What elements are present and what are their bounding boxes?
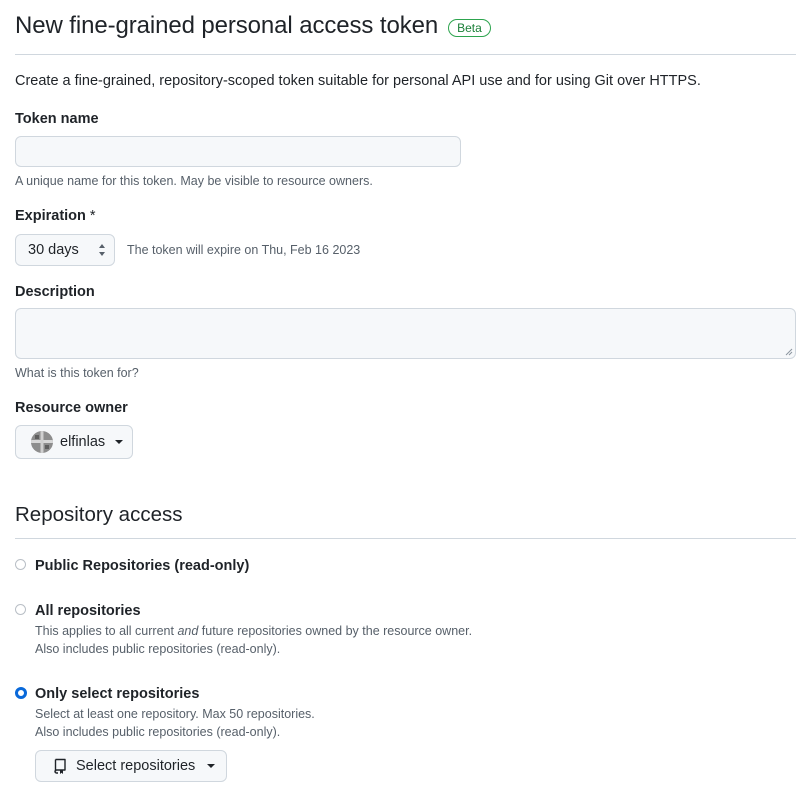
radio-label-only-select-repositories[interactable]: Only select repositories xyxy=(35,686,199,702)
avatar xyxy=(31,431,53,453)
repository-access-title: Repository access xyxy=(15,503,183,526)
resource-owner-button[interactable]: elfinlas xyxy=(15,425,133,459)
select-arrows-icon xyxy=(99,244,105,256)
expiration-note: The token will expire on Thu, Feb 16 202… xyxy=(127,243,361,257)
select-repositories-label: Select repositories xyxy=(76,758,196,774)
expiration-selected-value: 30 days xyxy=(28,242,79,258)
resize-grip-icon[interactable] xyxy=(785,348,793,356)
title-row: New fine-grained personal access token B… xyxy=(15,12,491,40)
page-title: New fine-grained personal access token xyxy=(15,12,439,39)
select-repositories-button[interactable]: Select repositories xyxy=(35,750,227,782)
all-repositories-note-emphasis: and xyxy=(177,624,199,638)
all-repositories-note-end: future repositories owned by the resourc… xyxy=(198,624,473,638)
repo-icon xyxy=(54,758,66,774)
required-marker: * xyxy=(89,208,96,224)
beta-badge: Beta xyxy=(448,18,491,37)
description-textarea[interactable] xyxy=(15,308,796,359)
radio-only-select-repositories[interactable] xyxy=(15,687,27,699)
radio-label-all-repositories[interactable]: All repositories xyxy=(35,603,141,619)
chevron-down-icon xyxy=(207,764,216,768)
avatar-image xyxy=(31,431,53,453)
radio-all-repositories[interactable] xyxy=(15,604,26,615)
token-name-note: A unique name for this token. May be vis… xyxy=(15,174,373,188)
all-repositories-note-start: This applies to all current xyxy=(35,624,178,638)
token-name-input[interactable] xyxy=(15,136,461,167)
only-select-note-public: Also includes public repositories (read-… xyxy=(35,725,281,739)
chevron-down-icon xyxy=(115,440,124,444)
expiration-select[interactable]: 30 days xyxy=(15,234,115,266)
radio-public-repositories[interactable] xyxy=(15,559,26,570)
section-divider xyxy=(15,538,796,539)
token-name-label: Token name xyxy=(15,111,99,127)
radio-label-public-repositories[interactable]: Public Repositories (read-only) xyxy=(35,558,249,574)
resource-owner-label: Resource owner xyxy=(15,400,128,416)
description-label: Description xyxy=(15,284,95,300)
expiration-label: Expiration * xyxy=(15,208,96,224)
title-divider xyxy=(15,54,796,55)
all-repositories-note-public: Also includes public repositories (read-… xyxy=(35,642,281,656)
intro-text: Create a fine-grained, repository-scoped… xyxy=(15,73,701,89)
resource-owner-name: elfinlas xyxy=(60,434,106,450)
only-select-note: Select at least one repository. Max 50 r… xyxy=(35,707,315,721)
all-repositories-note: This applies to all current and future r… xyxy=(35,624,472,638)
expiration-label-text: Expiration xyxy=(15,208,86,224)
description-note: What is this token for? xyxy=(15,366,139,380)
